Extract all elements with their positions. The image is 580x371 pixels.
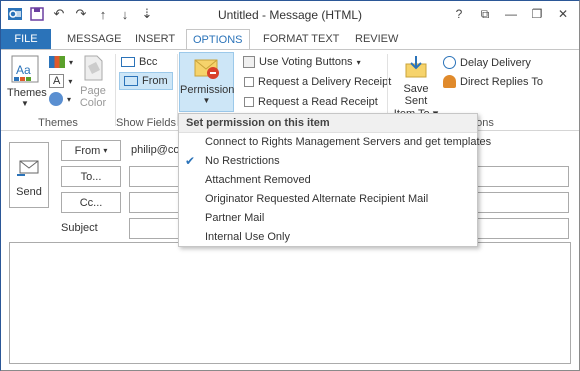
tab-options[interactable]: OPTIONS xyxy=(186,29,250,50)
permission-button[interactable]: Permission ▼ xyxy=(179,52,234,112)
menu-item-attachment-removed[interactable]: Attachment Removed xyxy=(179,171,477,190)
menu-item-no-restrictions[interactable]: ✔ No Restrictions xyxy=(179,152,477,171)
colors-icon xyxy=(49,56,65,68)
to-button[interactable]: To... xyxy=(61,166,121,187)
bcc-label: Bcc xyxy=(139,56,158,68)
window-controls: ? ⧉ — ❐ ✕ xyxy=(447,4,575,24)
cc-button[interactable]: Cc... xyxy=(61,192,121,213)
read-receipt-check[interactable] xyxy=(244,97,254,107)
group-separator xyxy=(115,54,116,126)
show-fields-group-label: Show Fields xyxy=(116,117,176,129)
chevron-down-icon: ▼ xyxy=(202,96,211,105)
themes-icon: Aa xyxy=(11,55,39,83)
voting-buttons-button[interactable]: Use Voting Buttons ▾ xyxy=(243,56,361,68)
read-receipt-checkbox[interactable]: Request a Read Receipt xyxy=(244,96,378,108)
from-toggle-label: From xyxy=(142,75,168,87)
themes-label: Themes xyxy=(7,87,47,99)
message-body[interactable] xyxy=(9,242,571,364)
voting-label: Use Voting Buttons xyxy=(259,56,353,68)
ribbon-display-icon[interactable]: ⧉ xyxy=(473,4,497,24)
save-sent-label-1: Save Sent xyxy=(403,83,429,107)
checkmark-icon: ✔ xyxy=(185,154,196,168)
page-color-label-1: Page xyxy=(80,85,106,97)
delivery-receipt-check[interactable] xyxy=(244,77,254,87)
svg-text:Aa: Aa xyxy=(16,63,31,77)
direct-replies-button[interactable]: Direct Replies To xyxy=(443,75,543,88)
effects-button[interactable]: ▾ xyxy=(49,92,71,106)
colors-button[interactable]: ▾ xyxy=(49,56,73,68)
menu-item-originator-requested[interactable]: Originator Requested Alternate Recipient… xyxy=(179,190,477,209)
close-icon[interactable]: ✕ xyxy=(551,4,575,24)
delay-delivery-label: Delay Delivery xyxy=(460,56,531,69)
restore-icon[interactable]: ❐ xyxy=(525,4,549,24)
tab-message[interactable]: MESSAGE xyxy=(61,29,127,49)
permission-icon xyxy=(194,59,219,79)
menu-item-label: Connect to Rights Management Servers and… xyxy=(205,136,492,148)
delivery-receipt-checkbox[interactable]: Request a Delivery Receipt xyxy=(244,76,391,88)
send-label: Send xyxy=(16,186,42,198)
menu-item-internal-use-only[interactable]: Internal Use Only xyxy=(179,228,477,247)
effects-icon xyxy=(49,92,63,106)
tab-file[interactable]: FILE xyxy=(1,29,51,49)
send-icon xyxy=(17,160,39,176)
subject-label: Subject xyxy=(61,222,98,234)
voting-icon xyxy=(243,56,255,68)
tab-format-text[interactable]: FORMAT TEXT xyxy=(257,29,345,49)
more-options-group-label: ons xyxy=(476,117,494,129)
menu-item-label: Partner Mail xyxy=(205,212,265,224)
page-color-label-2: Color xyxy=(79,97,107,109)
save-sent-icon xyxy=(405,56,427,78)
chevron-down-icon: ▾ xyxy=(103,146,108,155)
menu-item-connect-rms[interactable]: Connect to Rights Management Servers and… xyxy=(179,133,491,152)
bcc-button[interactable]: Bcc xyxy=(121,56,157,68)
minimize-icon[interactable]: — xyxy=(499,4,523,24)
ribbon-tabs: FILE MESSAGE INSERT OPTIONS FORMAT TEXT … xyxy=(1,29,579,50)
fonts-button[interactable]: A ▾ xyxy=(49,74,72,88)
chevron-down-icon: ▼ xyxy=(21,99,29,108)
title-bar: ↶ ↷ ↑ ↓ ⇣ Untitled - Message (HTML) ? ⧉ … xyxy=(1,1,579,29)
from-button[interactable]: From ▾ xyxy=(61,140,121,161)
menu-item-partner-mail[interactable]: Partner Mail xyxy=(179,209,477,228)
people-icon xyxy=(443,75,456,88)
menu-item-label: No Restrictions xyxy=(205,155,280,167)
direct-replies-label: Direct Replies To xyxy=(460,75,543,88)
outlook-message-window: ↶ ↷ ↑ ↓ ⇣ Untitled - Message (HTML) ? ⧉ … xyxy=(0,0,580,371)
page-color-icon xyxy=(84,55,103,81)
from-label: From xyxy=(74,144,101,157)
permission-label: Permission xyxy=(180,84,235,96)
bcc-icon xyxy=(121,57,135,67)
themes-button[interactable]: Aa Themes ▼ xyxy=(7,54,47,108)
menu-item-label: Internal Use Only xyxy=(205,231,290,243)
permission-menu: Set permission on this item Connect to R… xyxy=(178,113,491,247)
delay-delivery-button[interactable]: Delay Delivery xyxy=(443,56,531,69)
save-sent-item-button[interactable]: Save Sent Item To ▾ xyxy=(393,54,439,120)
menu-item-label: Originator Requested Alternate Recipient… xyxy=(205,193,429,205)
fonts-icon: A xyxy=(49,74,65,88)
help-icon[interactable]: ? xyxy=(447,4,471,24)
delivery-receipt-label: Request a Delivery Receipt xyxy=(258,76,392,88)
tab-review[interactable]: REVIEW xyxy=(349,29,404,49)
from-field-toggle[interactable]: From xyxy=(119,72,173,90)
from-address: philip@co xyxy=(131,144,180,156)
tab-insert[interactable]: INSERT xyxy=(129,29,181,49)
themes-group-label: Themes xyxy=(38,117,78,129)
read-receipt-label: Request a Read Receipt xyxy=(258,96,378,108)
send-button[interactable]: Send xyxy=(9,142,49,208)
from-icon xyxy=(124,76,138,86)
menu-item-label: Attachment Removed xyxy=(205,174,311,186)
menu-header: Set permission on this item xyxy=(179,114,477,133)
clock-icon xyxy=(443,56,456,69)
page-color-button[interactable]: Page Color xyxy=(75,54,111,109)
